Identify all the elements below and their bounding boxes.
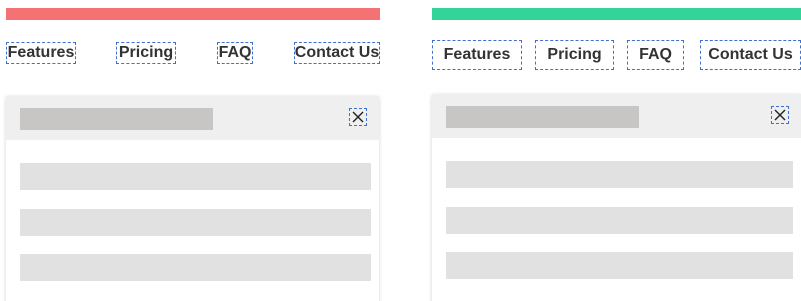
- nav-item-features[interactable]: Features: [6, 42, 76, 64]
- variant-left: Features Pricing FAQ Contact Us: [6, 0, 380, 301]
- top-nav: Features Pricing FAQ Contact Us: [432, 40, 801, 70]
- content-placeholder-line: [446, 161, 793, 188]
- comparison-stage: Features Pricing FAQ Contact Us Features…: [0, 0, 801, 301]
- nav-item-pricing[interactable]: Pricing: [116, 42, 176, 64]
- content-placeholder-line: [446, 207, 793, 234]
- nav-item-features[interactable]: Features: [432, 40, 522, 70]
- close-button[interactable]: [349, 108, 367, 126]
- content-placeholder-line: [446, 252, 793, 279]
- close-icon: [352, 111, 364, 123]
- accent-bar: [432, 8, 801, 20]
- modal-header: [6, 96, 379, 140]
- modal-title-placeholder: [20, 108, 213, 130]
- nav-item-contact-us[interactable]: Contact Us: [294, 42, 380, 64]
- top-nav: Features Pricing FAQ Contact Us: [6, 42, 380, 66]
- modal-dialog: [6, 96, 379, 301]
- content-placeholder-line: [20, 209, 371, 236]
- modal-dialog: [432, 94, 801, 301]
- nav-item-contact-us[interactable]: Contact Us: [700, 40, 801, 70]
- nav-item-faq[interactable]: FAQ: [217, 42, 253, 64]
- variant-right: Features Pricing FAQ Contact Us: [432, 0, 801, 301]
- modal-title-placeholder: [446, 106, 639, 128]
- content-placeholder-line: [20, 254, 371, 281]
- close-icon: [774, 109, 786, 121]
- close-button[interactable]: [771, 106, 789, 124]
- accent-bar: [6, 8, 380, 20]
- nav-item-faq[interactable]: FAQ: [627, 40, 684, 70]
- modal-header: [432, 94, 801, 138]
- nav-item-pricing[interactable]: Pricing: [535, 40, 614, 70]
- content-placeholder-line: [20, 163, 371, 190]
